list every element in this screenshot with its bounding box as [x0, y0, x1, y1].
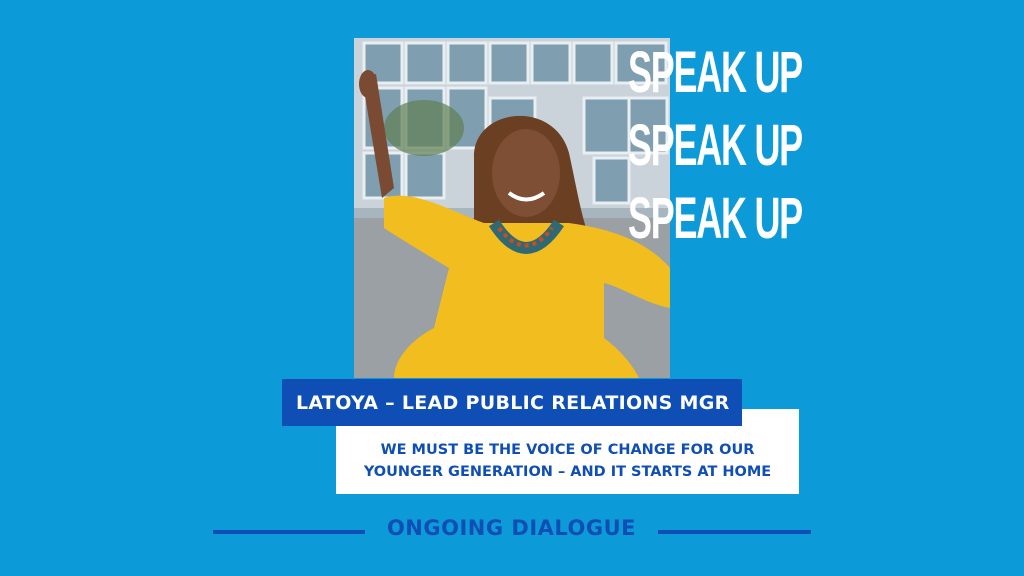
headline-line: SPEAK UP: [628, 186, 803, 251]
footer-divider-left: [213, 530, 365, 534]
portrait-photo: [354, 38, 670, 378]
footer-label: ONGOING DIALOGUE: [386, 516, 637, 540]
name-title-label: LATOYA – LEAD PUBLIC RELATIONS MGR: [282, 379, 742, 426]
footer-divider-right: [658, 530, 811, 534]
headline-line: SPEAK UP: [628, 113, 803, 178]
quote-line: WE MUST BE THE VOICE OF CHANGE FOR OUR: [380, 442, 755, 458]
speak-up-headline: SPEAK UP SPEAK UP SPEAK UP: [628, 36, 828, 255]
headline-line: SPEAK UP: [628, 40, 803, 105]
name-title-text: LATOYA – LEAD PUBLIC RELATIONS MGR: [296, 391, 730, 414]
quote-line: YOUNGER GENERATION – AND IT STARTS AT HO…: [363, 464, 772, 480]
